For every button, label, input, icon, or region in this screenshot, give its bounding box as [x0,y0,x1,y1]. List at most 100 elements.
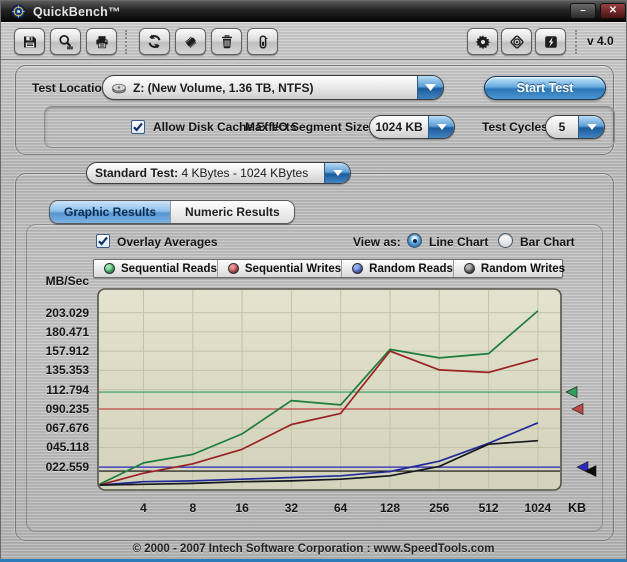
drive-test-button[interactable] [247,28,278,55]
legend-label: Random Reads [369,262,453,275]
x-axis-unit-label: KB [568,501,587,515]
print-button[interactable] [86,28,117,55]
chart-plot-area [97,288,602,498]
toolbar: v 4.0 [1,22,626,60]
test-cycles-dropdown[interactable]: 5 [545,115,605,139]
dropdown-arrow-icon [578,116,604,138]
x-tick-label: 128 [379,501,401,515]
test-location-dropdown[interactable]: Z: (New Volume, 1.36 TB, NTFS) [102,75,444,100]
bar-chart-radio[interactable] [498,233,513,248]
y-tick-label: 090.235 [45,401,89,416]
x-tick-label: 16 [235,501,249,515]
drive-gauge-icon [259,34,267,49]
save-icon [23,36,36,47]
legend-label: Random Writes [480,262,566,275]
disk-icon [112,83,126,93]
app-window: QuickBench™ – ✕ v 4.0 Test Location: Z: … [0,0,627,562]
y-tick-label: 135.353 [45,363,89,378]
x-tick-label: 512 [478,501,499,515]
standard-test-label: Standard Test: [95,166,179,180]
magnifier-chart-icon [58,34,73,49]
toolbar-separator [575,30,577,54]
segment-size-label: Max I/O Segment Size: [245,120,374,134]
title-bar[interactable]: QuickBench™ – ✕ [1,1,626,22]
refresh-button[interactable] [139,28,170,55]
legend-orb-icon [352,263,364,274]
view-as-label: View as: [353,235,401,249]
start-test-button[interactable]: Start Test [484,76,606,100]
overlay-averages-label: Overlay Averages [117,235,218,249]
app-icon [11,4,26,19]
lightning-help-icon [544,35,557,48]
dropdown-arrow-icon [324,163,350,183]
x-tick-label: 256 [429,501,450,515]
toolbar-separator [125,30,127,54]
test-cycles-value: 5 [558,120,566,134]
test-setup-panel: Test Location: Z: (New Volume, 1.36 TB, … [15,65,615,155]
legend-label: Sequential Reads [121,262,217,275]
standard-test-dropdown[interactable]: Standard Test: 4 KBytes - 1024 KBytes [86,162,351,184]
dropdown-arrow-icon [428,116,454,138]
legend-item[interactable]: Random Writes [452,260,566,277]
overlay-averages-checkbox[interactable] [96,234,110,248]
clear-memory-button[interactable] [175,28,206,55]
check-icon [98,236,108,246]
trash-icon [221,34,232,48]
footer-copyright: © 2000 - 2007 Intech Software Corporatio… [132,543,495,555]
settings-button[interactable] [467,28,498,55]
refresh-icon [148,34,161,49]
y-tick-label: 112.794 [46,382,89,397]
standard-test-value: 4 KBytes - 1024 KBytes [181,166,309,180]
delete-button[interactable] [211,28,242,55]
gear-icon [475,34,490,49]
legend-orb-icon [227,263,239,274]
window-title: QuickBench™ [33,4,121,19]
quick-help-button[interactable] [535,28,566,55]
check-icon [133,122,143,132]
legend-label: Sequential Writes [244,262,342,275]
line-chart-radio[interactable] [407,233,422,248]
y-tick-label: 180.471 [45,324,89,339]
test-cycles-label: Test Cycles: [482,120,552,134]
x-tick-label: 8 [189,501,197,515]
legend-item[interactable]: Sequential Writes [216,260,342,277]
legend-item[interactable]: Sequential Reads [94,260,217,277]
legend-orb-icon [463,263,475,274]
memory-chip-icon [184,36,196,48]
y-tick-label: 203.029 [45,305,89,320]
x-axis-ticks: 4 8 16 32 64 128 256 512 1024 [97,501,562,517]
allow-cache-checkbox[interactable] [131,120,145,134]
bar-chart-label: Bar Chart [520,235,575,249]
chart-legend: Sequential Reads Sequential Writes Random … [93,259,566,278]
save-button[interactable] [14,28,45,55]
close-button[interactable]: ✕ [600,3,626,19]
line-chart-label: Line Chart [429,235,489,249]
x-tick-label: 4 [140,501,147,515]
tab-numeric-results[interactable]: Numeric Results [170,201,294,223]
line-chart [97,288,597,491]
legend-item[interactable]: Random Reads [341,260,453,277]
y-tick-label: 067.676 [45,421,89,436]
segment-size-value: 1024 KB [375,120,423,134]
x-tick-label: 1024 [524,501,552,515]
printer-icon [95,35,108,48]
y-tick-label: 157.912 [45,344,89,359]
target-button[interactable] [501,28,532,55]
cache-options-group: Allow Disk Cache Effects Max I/O Segment… [44,106,615,148]
x-tick-label: 64 [334,501,348,515]
minimize-button[interactable]: – [570,3,596,19]
x-tick-label: 32 [284,501,299,515]
version-label: v 4.0 [587,34,614,48]
y-tick-label: 022.559 [45,459,89,474]
segment-size-dropdown[interactable]: 1024 KB [369,115,455,139]
dropdown-arrow-icon [417,76,443,99]
zoom-results-button[interactable] [50,28,81,55]
y-axis-ticks: 203.029 180.471 157.912 135.353 112.794 090.2… [29,288,89,491]
y-axis-unit-label: MB/Sec [45,274,89,288]
legend-orb-icon [104,263,115,274]
results-tabs: Graphic Results Numeric Results [49,200,295,224]
tab-graphic-results[interactable]: Graphic Results [50,201,171,223]
test-location-value: Z: (New Volume, 1.36 TB, NTFS) [133,80,314,95]
y-tick-label: 045.118 [46,440,89,455]
test-location-label: Test Location: [32,81,114,95]
